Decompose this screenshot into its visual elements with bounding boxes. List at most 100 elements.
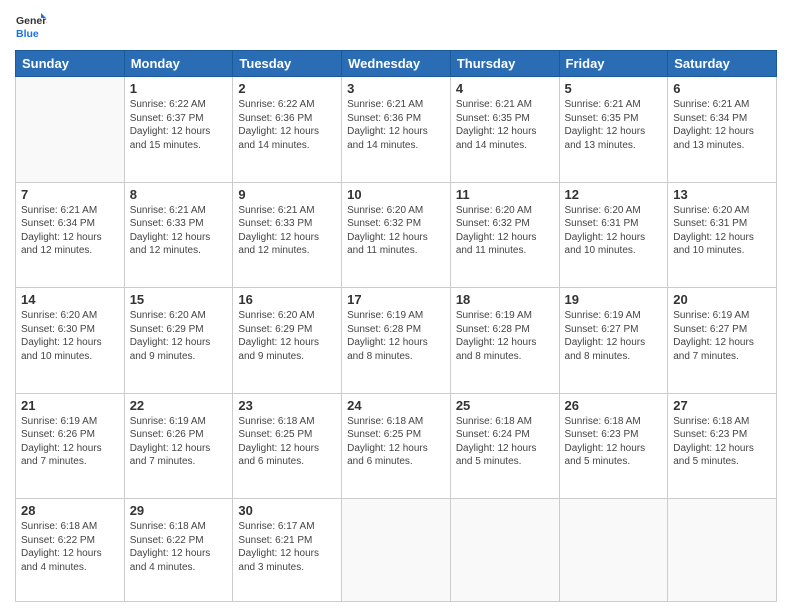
day-cell [559,499,668,602]
day-cell: 1 Sunrise: 6:22 AM Sunset: 6:37 PM Daylig… [124,77,233,183]
day-cell [668,499,777,602]
day-info: Sunrise: 6:20 AM Sunset: 6:32 PM Dayligh… [456,204,554,258]
day-cell: 7 Sunrise: 6:21 AM Sunset: 6:34 PM Daylig… [16,182,125,288]
day-cell: 29 Sunrise: 6:18 AM Sunset: 6:22 PM Dayli… [124,499,233,602]
day-info: Sunrise: 6:20 AM Sunset: 6:30 PM Dayligh… [21,309,119,363]
day-number: 28 [21,503,119,518]
day-cell: 19 Sunrise: 6:19 AM Sunset: 6:27 PM Dayli… [559,288,668,394]
day-header: Saturday [668,51,777,77]
day-cell: 24 Sunrise: 6:18 AM Sunset: 6:25 PM Dayli… [342,393,451,499]
day-info: Sunrise: 6:18 AM Sunset: 6:22 PM Dayligh… [21,520,119,574]
day-header: Sunday [16,51,125,77]
day-number: 11 [456,187,554,202]
day-info: Sunrise: 6:19 AM Sunset: 6:27 PM Dayligh… [673,309,771,363]
day-info: Sunrise: 6:18 AM Sunset: 6:25 PM Dayligh… [238,415,336,469]
day-number: 17 [347,292,445,307]
day-number: 2 [238,81,336,96]
day-cell [450,499,559,602]
day-number: 3 [347,81,445,96]
day-header: Monday [124,51,233,77]
day-info: Sunrise: 6:22 AM Sunset: 6:36 PM Dayligh… [238,98,336,152]
header: General Blue [15,10,777,42]
day-cell [16,77,125,183]
day-cell: 4 Sunrise: 6:21 AM Sunset: 6:35 PM Daylig… [450,77,559,183]
day-cell: 14 Sunrise: 6:20 AM Sunset: 6:30 PM Dayli… [16,288,125,394]
week-row: 7 Sunrise: 6:21 AM Sunset: 6:34 PM Daylig… [16,182,777,288]
day-info: Sunrise: 6:19 AM Sunset: 6:28 PM Dayligh… [347,309,445,363]
header-row: SundayMondayTuesdayWednesdayThursdayFrid… [16,51,777,77]
day-cell: 17 Sunrise: 6:19 AM Sunset: 6:28 PM Dayli… [342,288,451,394]
day-cell: 3 Sunrise: 6:21 AM Sunset: 6:36 PM Daylig… [342,77,451,183]
day-info: Sunrise: 6:17 AM Sunset: 6:21 PM Dayligh… [238,520,336,574]
week-row: 1 Sunrise: 6:22 AM Sunset: 6:37 PM Daylig… [16,77,777,183]
day-number: 22 [130,398,228,413]
day-info: Sunrise: 6:19 AM Sunset: 6:28 PM Dayligh… [456,309,554,363]
day-number: 1 [130,81,228,96]
day-cell: 13 Sunrise: 6:20 AM Sunset: 6:31 PM Dayli… [668,182,777,288]
day-number: 19 [565,292,663,307]
day-info: Sunrise: 6:19 AM Sunset: 6:26 PM Dayligh… [130,415,228,469]
day-header: Friday [559,51,668,77]
day-number: 10 [347,187,445,202]
week-row: 21 Sunrise: 6:19 AM Sunset: 6:26 PM Dayli… [16,393,777,499]
day-cell: 9 Sunrise: 6:21 AM Sunset: 6:33 PM Daylig… [233,182,342,288]
day-number: 14 [21,292,119,307]
day-number: 24 [347,398,445,413]
logo-svg: General Blue [15,10,47,42]
day-cell: 30Sunrise: 6:17 AM Sunset: 6:21 PM Dayli… [233,499,342,602]
day-header: Thursday [450,51,559,77]
day-info: Sunrise: 6:20 AM Sunset: 6:29 PM Dayligh… [130,309,228,363]
day-info: Sunrise: 6:21 AM Sunset: 6:33 PM Dayligh… [238,204,336,258]
day-info: Sunrise: 6:20 AM Sunset: 6:31 PM Dayligh… [673,204,771,258]
day-number: 29 [130,503,228,518]
day-info: Sunrise: 6:20 AM Sunset: 6:29 PM Dayligh… [238,309,336,363]
day-header: Wednesday [342,51,451,77]
day-info: Sunrise: 6:21 AM Sunset: 6:36 PM Dayligh… [347,98,445,152]
day-info: Sunrise: 6:21 AM Sunset: 6:33 PM Dayligh… [130,204,228,258]
calendar-table: SundayMondayTuesdayWednesdayThursdayFrid… [15,50,777,602]
day-number: 15 [130,292,228,307]
day-number: 5 [565,81,663,96]
day-cell: 27 Sunrise: 6:18 AM Sunset: 6:23 PM Dayli… [668,393,777,499]
day-number: 12 [565,187,663,202]
logo: General Blue [15,10,47,42]
day-info: Sunrise: 6:19 AM Sunset: 6:27 PM Dayligh… [565,309,663,363]
day-number: 4 [456,81,554,96]
day-cell: 23Sunrise: 6:18 AM Sunset: 6:25 PM Dayli… [233,393,342,499]
day-info: Sunrise: 6:18 AM Sunset: 6:23 PM Dayligh… [565,415,663,469]
day-number: 13 [673,187,771,202]
day-number: 20 [673,292,771,307]
day-number: 21 [21,398,119,413]
day-cell: 11 Sunrise: 6:20 AM Sunset: 6:32 PM Dayli… [450,182,559,288]
week-row: 28 Sunrise: 6:18 AM Sunset: 6:22 PM Dayli… [16,499,777,602]
day-info: Sunrise: 6:20 AM Sunset: 6:31 PM Dayligh… [565,204,663,258]
day-number: 6 [673,81,771,96]
week-row: 14 Sunrise: 6:20 AM Sunset: 6:30 PM Dayli… [16,288,777,394]
day-info: Sunrise: 6:21 AM Sunset: 6:34 PM Dayligh… [21,204,119,258]
day-cell: 10Sunrise: 6:20 AM Sunset: 6:32 PM Dayli… [342,182,451,288]
day-cell: 5 Sunrise: 6:21 AM Sunset: 6:35 PM Daylig… [559,77,668,183]
day-cell: 26 Sunrise: 6:18 AM Sunset: 6:23 PM Dayli… [559,393,668,499]
day-cell: 20 Sunrise: 6:19 AM Sunset: 6:27 PM Dayli… [668,288,777,394]
day-number: 27 [673,398,771,413]
day-number: 26 [565,398,663,413]
day-cell: 21Sunrise: 6:19 AM Sunset: 6:26 PM Dayli… [16,393,125,499]
page: General Blue SundayMondayTuesdayWednesda… [0,0,792,612]
day-info: Sunrise: 6:21 AM Sunset: 6:35 PM Dayligh… [565,98,663,152]
day-cell: 8 Sunrise: 6:21 AM Sunset: 6:33 PM Daylig… [124,182,233,288]
day-info: Sunrise: 6:18 AM Sunset: 6:22 PM Dayligh… [130,520,228,574]
day-cell: 22 Sunrise: 6:19 AM Sunset: 6:26 PM Dayli… [124,393,233,499]
day-number: 8 [130,187,228,202]
day-cell: 12 Sunrise: 6:20 AM Sunset: 6:31 PM Dayli… [559,182,668,288]
day-info: Sunrise: 6:18 AM Sunset: 6:25 PM Dayligh… [347,415,445,469]
day-number: 9 [238,187,336,202]
day-cell: 28 Sunrise: 6:18 AM Sunset: 6:22 PM Dayli… [16,499,125,602]
svg-text:Blue: Blue [16,28,39,40]
day-info: Sunrise: 6:22 AM Sunset: 6:37 PM Dayligh… [130,98,228,152]
day-cell: 6Sunrise: 6:21 AM Sunset: 6:34 PM Daylig… [668,77,777,183]
day-number: 7 [21,187,119,202]
day-header: Tuesday [233,51,342,77]
day-number: 25 [456,398,554,413]
day-info: Sunrise: 6:21 AM Sunset: 6:35 PM Dayligh… [456,98,554,152]
day-info: Sunrise: 6:18 AM Sunset: 6:23 PM Dayligh… [673,415,771,469]
